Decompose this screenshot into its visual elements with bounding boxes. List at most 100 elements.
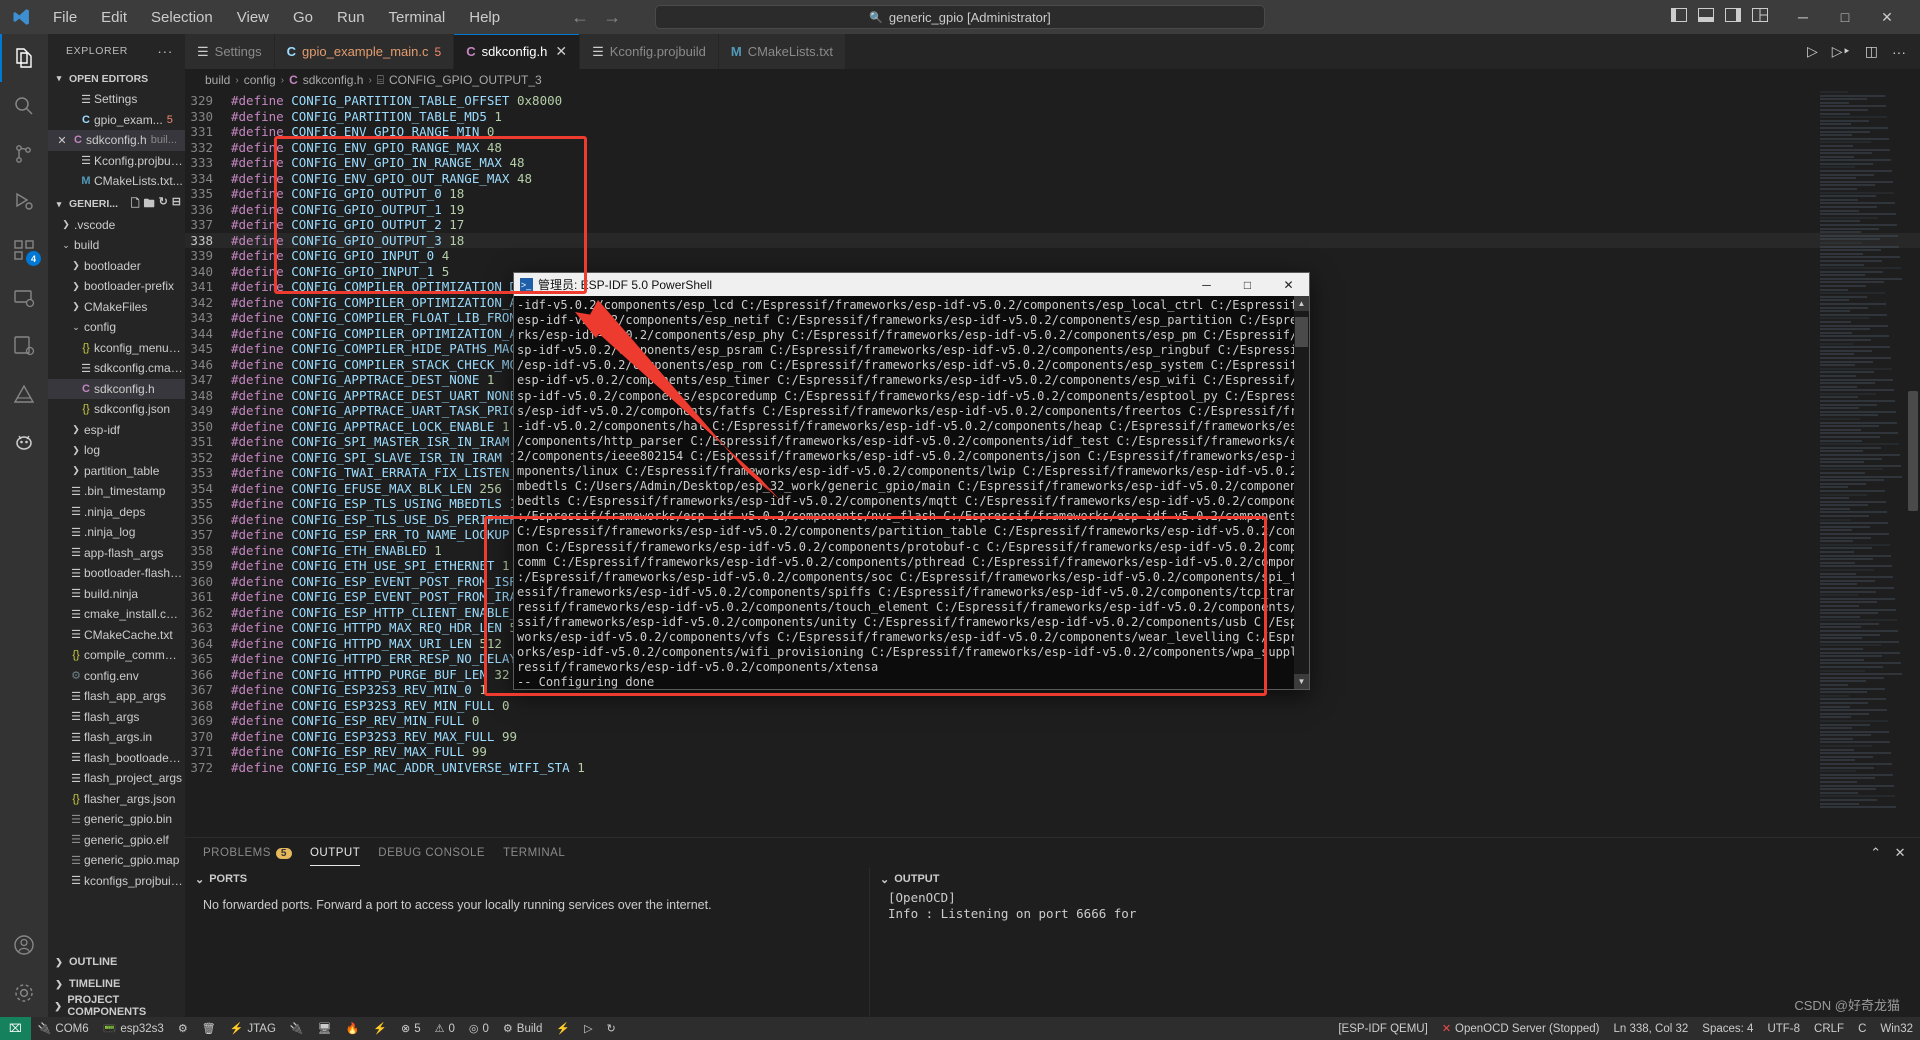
file-tree-item[interactable]: ☰ .ninja_deps [48, 502, 185, 523]
ports-header[interactable]: ⌄ PORTS [185, 868, 869, 890]
menu-file[interactable]: File [42, 5, 88, 30]
activity-source-control-icon[interactable] [0, 130, 48, 178]
toggle-secondary-sidebar-icon[interactable] [1725, 8, 1741, 26]
minimize-button[interactable]: ─ [1782, 0, 1824, 34]
file-tree-item[interactable]: ❯ .vscode [48, 215, 185, 236]
file-tree-item[interactable]: Csdkconfig.h [48, 378, 185, 399]
file-tree-item[interactable]: ☰ .bin_timestamp [48, 481, 185, 502]
open-editor-item[interactable]: ☰ Settings [48, 89, 185, 110]
command-center-search[interactable]: 🔍 generic_gpio [Administrator] [655, 5, 1265, 29]
file-tree-item[interactable]: ⌄ config [48, 317, 185, 338]
status-lightning[interactable]: ⚡ [366, 1017, 394, 1040]
menu-help[interactable]: Help [458, 5, 511, 30]
close-panel-icon[interactable]: ✕ [1895, 845, 1906, 861]
tree-chevron-icon[interactable]: ❯ [68, 301, 84, 312]
panel-tab-output[interactable]: OUTPUT [309, 847, 361, 866]
output-header[interactable]: ⌄ OUTPUT [870, 868, 1920, 890]
panel-tab-debug-console[interactable]: DEBUG CONSOLE [378, 847, 485, 859]
tab-close-icon[interactable]: ✕ [555, 43, 567, 60]
activity-remote-explorer-icon[interactable] [0, 274, 48, 322]
powershell-maximize-button[interactable]: □ [1227, 273, 1268, 296]
split-editor-icon[interactable]: ◫ [1865, 43, 1878, 60]
scrollbar-thumb[interactable] [1908, 391, 1918, 511]
collapse-panel-icon[interactable]: ⌃ [1870, 845, 1881, 861]
sidebar-section-outline[interactable]: ❯ OUTLINE [48, 951, 185, 973]
file-tree-item[interactable]: ☰ generic_gpio.map [48, 850, 185, 871]
sidebar-section-timeline[interactable]: ❯ TIMELINE [48, 973, 185, 995]
file-tree-item[interactable]: ☰cmake_install.cmake [48, 604, 185, 625]
file-tree-item[interactable]: ☰ .ninja_log [48, 522, 185, 543]
activity-extensions-icon[interactable]: 4 [0, 226, 48, 274]
status-radio[interactable]: ◎ 0 [462, 1017, 496, 1040]
menu-edit[interactable]: Edit [90, 5, 138, 30]
collapse-all-icon[interactable]: ⊟ [172, 195, 181, 214]
editor-more-icon[interactable]: ··· [1892, 44, 1906, 60]
menu-terminal[interactable]: Terminal [378, 5, 457, 30]
new-file-icon[interactable]: 🗋 [131, 195, 140, 214]
forward-arrow-icon[interactable]: → [603, 7, 621, 28]
scroll-up-icon[interactable]: ▲ [1294, 296, 1309, 311]
tree-chevron-icon[interactable]: ❯ [68, 445, 84, 456]
breadcrumb-build[interactable]: build [205, 73, 230, 87]
minimap[interactable] [1820, 91, 1904, 837]
accounts-icon[interactable] [0, 921, 48, 969]
scroll-down-icon[interactable]: ▼ [1294, 674, 1309, 689]
open-editor-item[interactable]: ☰ Kconfig.projbuil... [48, 151, 185, 172]
open-editor-item[interactable]: Cgpio_exam... 5 [48, 110, 185, 131]
status-build[interactable]: ⚙ Build [496, 1017, 549, 1040]
status-monitor[interactable]: 🖥 [311, 1017, 339, 1040]
file-tree-item[interactable]: ☰ sdkconfig.cmake [48, 358, 185, 379]
run-debug-icon[interactable]: ▷‣ [1832, 43, 1851, 60]
status-jtag[interactable]: ⚡ JTAG [223, 1017, 283, 1040]
file-tree-item[interactable]: ❯ bootloader [48, 256, 185, 277]
back-arrow-icon[interactable]: ← [571, 7, 589, 28]
explorer-more-icon[interactable]: ··· [157, 43, 181, 59]
status-plug[interactable]: 🔌 [283, 1017, 311, 1040]
file-tree-item[interactable]: ☰ flash_project_args [48, 768, 185, 789]
file-tree-item[interactable]: {} flasher_args.json [48, 789, 185, 810]
editor-tab-kconfig-projbuild[interactable]: ☰ Kconfig.projbuild [580, 34, 719, 69]
file-tree-item[interactable]: ☰ app-flash_args [48, 543, 185, 564]
file-tree-item[interactable]: ☰ CMakeCache.txt [48, 625, 185, 646]
breadcrumb-file[interactable]: sdkconfig.h [303, 73, 364, 87]
status-eol[interactable]: CRLF [1807, 1017, 1851, 1040]
status-target-chip[interactable]: 📟 esp32s3 [96, 1017, 171, 1040]
file-tree-item[interactable]: ❯ bootloader-prefix [48, 276, 185, 297]
activity-search-icon[interactable] [0, 82, 48, 130]
file-tree-item[interactable]: ☰ generic_gpio.elf [48, 830, 185, 851]
powershell-scroll-thumb[interactable] [1295, 317, 1308, 347]
powershell-window[interactable]: >_ 管理员: ESP-IDF 5.0 PowerShell ─ □ ✕ -id… [513, 272, 1310, 690]
activity-explorer-icon[interactable] [0, 34, 48, 82]
file-tree-item[interactable]: ☰ build.ninja [48, 584, 185, 605]
status-monitor-play[interactable]: ▷ [577, 1017, 599, 1040]
open-editor-item[interactable]: M CMakeLists.txt... [48, 171, 185, 192]
open-editor-item[interactable]: ✕ Csdkconfig.h buil... [48, 130, 185, 151]
file-tree-item[interactable]: ☰flash_bootloader_args [48, 748, 185, 769]
close-button[interactable]: ✕ [1866, 0, 1908, 34]
file-tree-item[interactable]: ☰bootloader-flash_args [48, 563, 185, 584]
maximize-button[interactable]: □ [1824, 0, 1866, 34]
menu-selection[interactable]: Selection [140, 5, 224, 30]
panel-tab-terminal[interactable]: TERMINAL [503, 847, 565, 859]
editor-tab-settings[interactable]: ☰ Settings [185, 34, 275, 69]
status-qemu[interactable]: [ESP-IDF QEMU] [1331, 1017, 1434, 1040]
menu-run[interactable]: Run [326, 5, 376, 30]
powershell-output[interactable]: -idf-v5.0.2/components/esp_lcd C:/Espres… [514, 296, 1294, 689]
file-tree-item[interactable]: ❯ CMakeFiles [48, 297, 185, 318]
activity-espressif-idf-icon[interactable] [0, 370, 48, 418]
powershell-scroll-track[interactable] [1294, 311, 1309, 674]
activity-run-debug-icon[interactable] [0, 178, 48, 226]
refresh-explorer-icon[interactable]: ↻ [159, 195, 168, 214]
status-errors[interactable]: ⊗ 5 [394, 1017, 428, 1040]
editor-vertical-scrollbar[interactable] [1906, 91, 1920, 837]
file-tree-item[interactable]: {} kconfig_menus.json [48, 338, 185, 359]
status-encoding[interactable]: UTF-8 [1760, 1017, 1807, 1040]
panel-tab-problems[interactable]: PROBLEMS 5 [203, 847, 292, 859]
file-tree-item[interactable]: ⚙ config.env [48, 666, 185, 687]
tree-chevron-icon[interactable]: ❯ [68, 465, 84, 476]
menu-view[interactable]: View [226, 5, 280, 30]
tree-chevron-icon[interactable]: ❯ [68, 424, 84, 435]
breadcrumb-symbol[interactable]: CONFIG_GPIO_OUTPUT_3 [389, 73, 542, 87]
file-tree-item[interactable]: ❯ esp-idf [48, 420, 185, 441]
file-tree-item[interactable]: ☰ generic_gpio.bin [48, 809, 185, 830]
